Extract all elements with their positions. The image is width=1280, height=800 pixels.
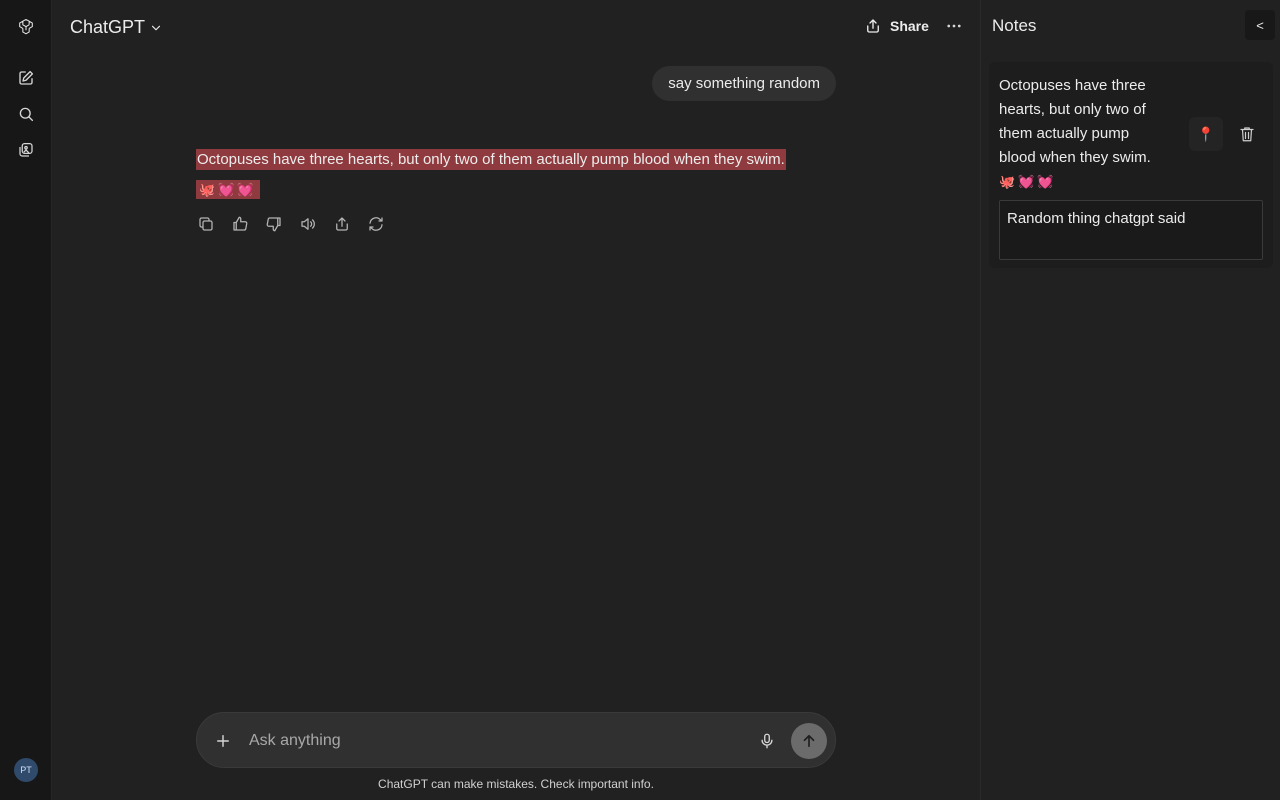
search-icon [19, 107, 34, 122]
note-emojis: 🐙💓💓 [999, 174, 1057, 189]
pin-note-button[interactable]: 📍 [1189, 117, 1223, 151]
trash-icon [1240, 127, 1254, 142]
composer [196, 712, 836, 768]
share-message-button[interactable] [332, 214, 352, 234]
add-attachment-button[interactable] [211, 729, 235, 753]
arrow-up-icon [803, 734, 815, 748]
library-button[interactable] [10, 134, 42, 166]
openai-logo-icon[interactable] [10, 10, 42, 42]
send-button[interactable] [791, 723, 827, 759]
notes-title: Notes [992, 16, 1037, 35]
assistant-message: Octopuses have three hearts, but only tw… [196, 146, 836, 204]
thumbs-down-icon [266, 217, 281, 232]
note-body: Octopuses have three hearts, but only tw… [999, 77, 1151, 166]
message-actions [196, 214, 386, 236]
read-aloud-icon [301, 218, 315, 230]
note-text: Octopuses have three hearts, but only tw… [999, 74, 1169, 194]
delete-note-button[interactable] [1235, 120, 1259, 148]
microphone-icon [761, 733, 773, 749]
read-aloud-button[interactable] [298, 214, 318, 234]
copy-icon [199, 217, 213, 231]
assistant-emojis: 🐙💓💓 [196, 180, 260, 199]
share-button[interactable]: Share [858, 13, 935, 39]
share-label: Share [890, 18, 929, 34]
left-rail: PT [0, 0, 52, 800]
edit-icon [19, 70, 34, 85]
regenerate-button[interactable] [366, 214, 386, 234]
app-window: PT ChatGPT Share say something random Oc… [0, 0, 1280, 800]
prompt-input[interactable] [249, 727, 739, 755]
notes-panel: Notes < Octopuses have three hearts, but… [980, 0, 1280, 800]
model-switcher[interactable]: ChatGPT [70, 14, 163, 40]
chevron-down-icon [151, 25, 161, 31]
note-label-field[interactable]: Random thing chatgpt said [999, 200, 1263, 260]
pin-icon: 📍 [1197, 125, 1215, 142]
thumbs-up-icon [233, 216, 248, 231]
collapse-notes-button[interactable]: < [1245, 10, 1275, 40]
note-card: Octopuses have three hearts, but only tw… [989, 62, 1273, 268]
share-icon [336, 217, 348, 231]
good-response-button[interactable] [230, 214, 250, 234]
more-icon [947, 24, 961, 28]
disclaimer: ChatGPT can make mistakes. Check importa… [378, 777, 654, 791]
library-icon [19, 142, 33, 157]
share-icon [867, 19, 879, 33]
search-button[interactable] [10, 98, 42, 130]
plus-icon [217, 735, 229, 747]
highlighted-text: Octopuses have three hearts, but only tw… [196, 149, 786, 170]
regenerate-icon [369, 217, 383, 231]
dictate-button[interactable] [755, 729, 779, 753]
bad-response-button[interactable] [264, 214, 284, 234]
user-message: say something random [652, 66, 836, 101]
copy-button[interactable] [196, 214, 216, 234]
new-chat-button[interactable] [10, 62, 42, 94]
avatar[interactable]: PT [14, 758, 38, 782]
model-name: ChatGPT [70, 16, 146, 37]
more-options-button[interactable] [940, 13, 968, 39]
